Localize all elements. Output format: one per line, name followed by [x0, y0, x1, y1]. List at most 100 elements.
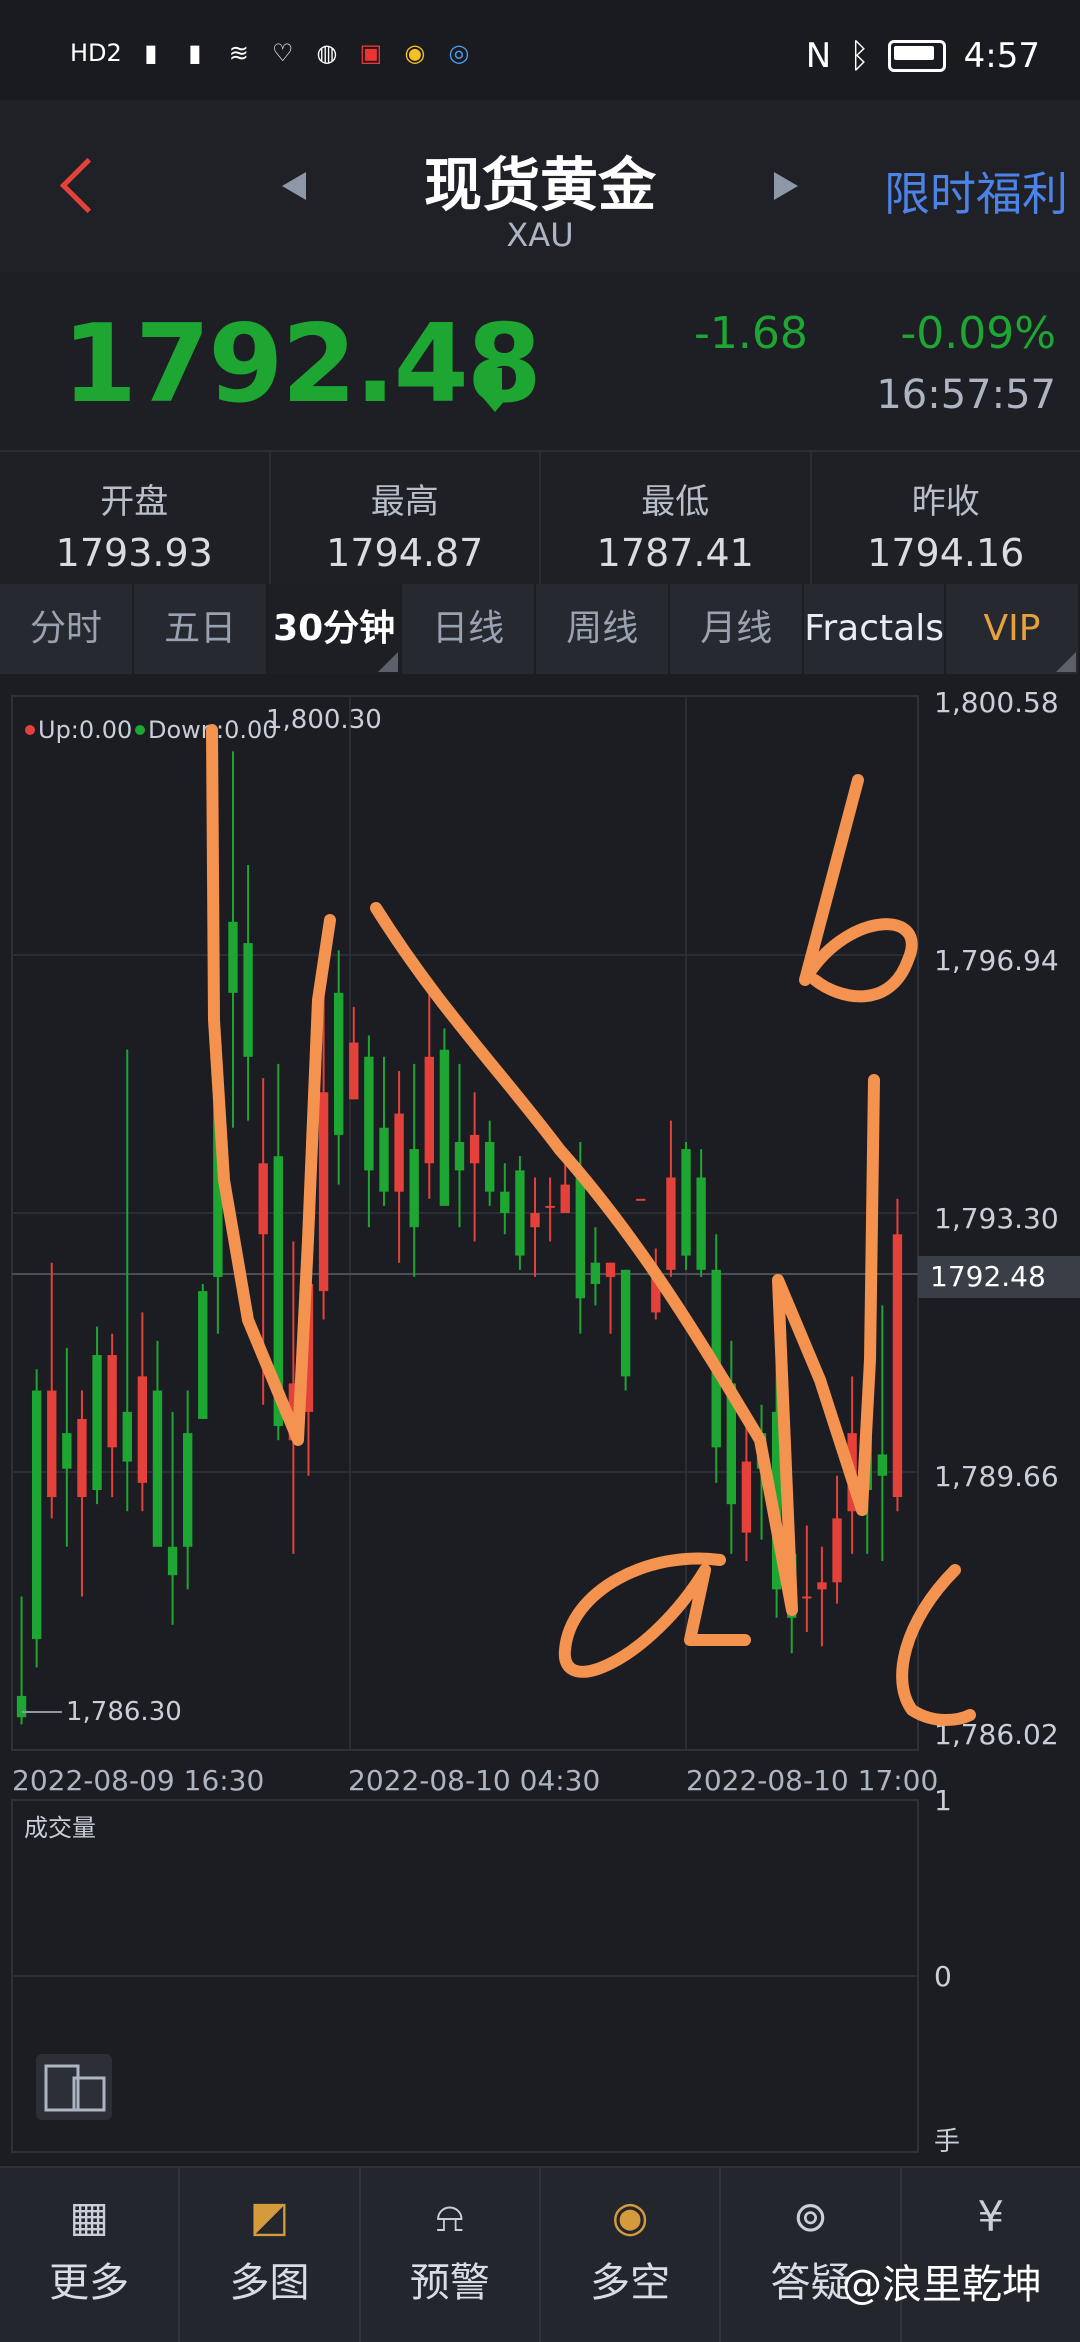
tab-vip[interactable]: VIP	[946, 584, 1080, 674]
nav-label: 多图	[180, 2250, 358, 2308]
stat-value: 1794.16	[812, 531, 1080, 575]
tab-30min[interactable]: 30分钟	[268, 584, 402, 674]
tab-daily[interactable]: 日线	[402, 584, 536, 674]
bag-icon: ¥	[966, 2192, 1016, 2242]
candle-body	[62, 1433, 71, 1469]
vol-unit: 手	[934, 2127, 960, 2157]
wifi-icon: ≋	[224, 38, 254, 68]
candle-body	[515, 1170, 524, 1255]
annotation-a	[565, 1558, 745, 1671]
candle-body	[334, 993, 343, 1135]
y-tick: 1,796.94	[934, 944, 1059, 977]
candles-group	[17, 751, 902, 1724]
candle-body	[621, 1270, 630, 1377]
rotate-screen-icon[interactable]	[36, 2054, 112, 2120]
dropdown-corner-icon	[1056, 652, 1076, 672]
status-bar: HD2 ▮ ▮ ≋ ♡ ◍ ▣ ◉ ◎ N ᛒ 4:57	[0, 0, 1080, 100]
nav-label: 预警	[361, 2250, 539, 2308]
promo-link[interactable]: 限时福利	[884, 158, 1068, 224]
tab-monthly[interactable]: 月线	[670, 584, 804, 674]
hd-icon: HD2	[70, 38, 122, 68]
price-change: -1.68	[694, 308, 808, 359]
price-bar: 1792.48 -1.68 -0.09% 16:57:57	[0, 272, 1080, 452]
nav-long-short[interactable]: ◉ 多空	[541, 2168, 721, 2342]
nfc-icon: N	[806, 36, 831, 76]
candle-body	[107, 1355, 116, 1447]
stat-label: 开盘	[0, 474, 269, 523]
candle-body	[123, 1412, 132, 1462]
next-instrument-icon[interactable]	[774, 172, 798, 200]
candle-body	[92, 1355, 101, 1490]
signal-5g-icon: ▮	[180, 38, 210, 68]
y-tick: 1,800.58	[934, 686, 1059, 719]
stat-value: 1787.41	[541, 531, 810, 575]
chart-area[interactable]: Up:0.00 Down:0.00 1,800.30 1,786.30 1,80…	[0, 680, 1080, 2160]
tab-five-day[interactable]: 五日	[134, 584, 268, 674]
price-change-pct: -0.09%	[900, 308, 1056, 359]
tab-label: 30分钟	[273, 608, 395, 649]
page-subtitle: XAU	[300, 216, 780, 254]
stat-low: 最低 1787.41	[541, 452, 812, 584]
vol-tick: 0	[934, 1960, 952, 1993]
heart-icon: ♡	[268, 38, 298, 68]
stat-prev-close: 昨收 1794.16	[812, 452, 1080, 584]
candle-body	[183, 1433, 192, 1547]
candle-body	[606, 1263, 615, 1277]
grid-icon: ▦	[64, 2192, 114, 2242]
candle-body	[561, 1185, 570, 1213]
legend-up: Up:0.00	[38, 716, 132, 744]
back-icon[interactable]	[58, 160, 98, 200]
candle-body	[138, 1376, 147, 1483]
bluetooth-icon: ᛒ	[849, 36, 869, 76]
nav-more[interactable]: ▦ 更多	[0, 2168, 180, 2342]
tab-fractals[interactable]: Fractals	[804, 584, 946, 674]
current-price-tag-text: 1792.48	[930, 1260, 1046, 1293]
legend-down-dot	[135, 725, 145, 735]
candle-body	[47, 1391, 56, 1498]
candle-body	[243, 943, 252, 1057]
candle-body	[530, 1213, 539, 1227]
bell-icon: ⍾	[425, 2192, 475, 2242]
nav-alert[interactable]: ⍾ 预警	[361, 2168, 541, 2342]
tab-weekly[interactable]: 周线	[536, 584, 670, 674]
low-label: 1,786.30	[66, 1697, 182, 1727]
vol-tick: 1	[934, 1784, 952, 1817]
nav-multi-chart[interactable]: ◩ 多图	[180, 2168, 360, 2342]
candle-body	[545, 1206, 554, 1208]
candle-body	[878, 1454, 887, 1475]
candle-body	[379, 1128, 388, 1192]
app-icon: ◎	[444, 38, 474, 68]
x-tick: 2022-08-10 17:00	[686, 1764, 938, 1797]
candle-body	[198, 1291, 207, 1419]
candle-body	[832, 1518, 841, 1582]
candle-body	[394, 1114, 403, 1192]
annotation-wave	[376, 908, 874, 1610]
candle-body	[349, 1043, 358, 1100]
high-label: 1,800.30	[266, 705, 382, 735]
candle-body	[893, 1234, 902, 1497]
status-icons: HD2 ▮ ▮ ≋ ♡ ◍ ▣ ◉ ◎	[70, 38, 474, 68]
page-title: 现货黄金	[300, 138, 780, 222]
candle-body	[817, 1582, 826, 1589]
trend-icon: ◉	[605, 2192, 655, 2242]
x-tick: 2022-08-10 04:30	[348, 1764, 600, 1797]
nav-label: 更多	[0, 2250, 178, 2308]
down-arrow-icon	[488, 368, 502, 398]
candle-body	[228, 922, 237, 993]
period-tabs: 分时 五日 30分钟 日线 周线 月线 Fractals VIP	[0, 584, 1080, 674]
header: 现货黄金 XAU 限时福利	[0, 100, 1080, 274]
stat-label: 昨收	[812, 474, 1080, 523]
candle-body	[77, 1419, 86, 1497]
multi-chart-icon: ◩	[244, 2192, 294, 2242]
candle-body	[591, 1263, 600, 1284]
status-right: N ᛒ 4:57	[806, 36, 1040, 76]
stat-high: 最高 1794.87	[271, 452, 542, 584]
tab-label: VIP	[984, 608, 1041, 649]
stat-open: 开盘 1793.93	[0, 452, 271, 584]
tab-timeshare[interactable]: 分时	[0, 584, 134, 674]
candle-body	[410, 1149, 419, 1227]
candle-body	[455, 1142, 464, 1170]
stats-row: 开盘 1793.93 最高 1794.87 最低 1787.41 昨收 1794…	[0, 452, 1080, 586]
kline-chart[interactable]: Up:0.00 Down:0.00 1,800.30 1,786.30 1,80…	[0, 680, 1080, 2160]
battery-icon	[888, 40, 946, 72]
